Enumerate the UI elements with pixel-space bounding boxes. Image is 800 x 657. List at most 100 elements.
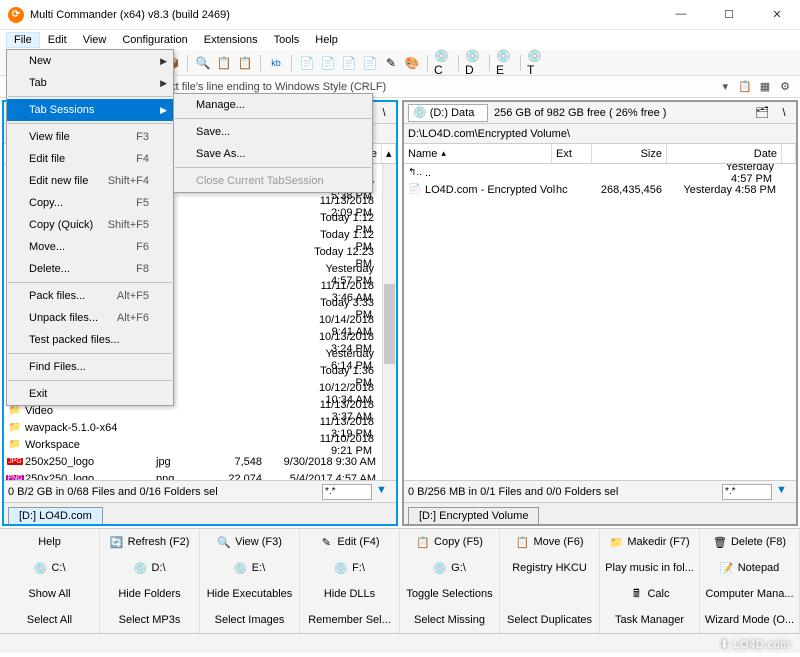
left-filter-input[interactable] bbox=[322, 484, 372, 500]
toolbar-btn[interactable]: 📄 bbox=[340, 54, 358, 72]
menu-view[interactable]: View bbox=[75, 32, 115, 48]
bottom-button[interactable]: 📝Notepad bbox=[700, 555, 800, 581]
hint-icon[interactable]: ⚙ bbox=[776, 78, 794, 96]
filter-icon[interactable]: ▼ bbox=[376, 484, 392, 500]
toolbar-btn[interactable]: 🔍 bbox=[194, 54, 212, 72]
toolbar-btn[interactable]: kb bbox=[267, 54, 285, 72]
bottom-button[interactable]: Hide Folders bbox=[100, 581, 200, 607]
bottom-button[interactable] bbox=[500, 581, 600, 607]
bottom-button[interactable]: 📁Makedir (F7) bbox=[600, 529, 700, 555]
bottom-button[interactable]: 💿F:\ bbox=[300, 555, 400, 581]
bottom-button[interactable]: Select Images bbox=[200, 607, 300, 633]
menu-copy[interactable]: Copy...F5 bbox=[7, 192, 173, 214]
menu-help[interactable]: Help bbox=[307, 32, 346, 48]
bottom-button[interactable]: Hide Executables bbox=[200, 581, 300, 607]
toolbar-btn[interactable]: 📄 bbox=[319, 54, 337, 72]
tree-icon[interactable]: 🗂 bbox=[754, 105, 770, 121]
bottom-button[interactable]: Computer Mana... bbox=[700, 581, 800, 607]
menu-edit-new-file[interactable]: Edit new fileShift+F4 bbox=[7, 170, 173, 192]
bottom-button[interactable]: 📋Move (F6) bbox=[500, 529, 600, 555]
toolbar-btn[interactable]: 💿 C bbox=[434, 54, 452, 72]
menu-find-files[interactable]: Find Files... bbox=[7, 356, 173, 378]
right-filter-input[interactable] bbox=[722, 484, 772, 500]
menu-test-packed[interactable]: Test packed files... bbox=[7, 329, 173, 351]
file-row[interactable]: PNG250x250_logopng22,0745/4/2017 4:57 AM bbox=[4, 470, 382, 480]
toolbar-btn[interactable]: 💿 D bbox=[465, 54, 483, 72]
toolbar-btn[interactable]: 💿 E bbox=[496, 54, 514, 72]
submenu-manage[interactable]: Manage... bbox=[174, 94, 372, 116]
bottom-button[interactable]: Remember Sel... bbox=[300, 607, 400, 633]
menu-pack[interactable]: Pack files...Alt+F5 bbox=[7, 285, 173, 307]
menu-configuration[interactable]: Configuration bbox=[114, 32, 195, 48]
bottom-button[interactable]: 🔄Refresh (F2) bbox=[100, 529, 200, 555]
file-row[interactable]: 📄LO4D.com - Encrypted Volumehc268,435,45… bbox=[404, 181, 782, 198]
up-icon[interactable]: \ bbox=[376, 105, 392, 121]
toolbar-btn[interactable]: 📋 bbox=[215, 54, 233, 72]
bottom-button[interactable]: 💿D:\ bbox=[100, 555, 200, 581]
menu-tab-sessions[interactable]: Tab Sessions▶ bbox=[7, 99, 173, 121]
menu-copy-quick[interactable]: Copy (Quick)Shift+F5 bbox=[7, 214, 173, 236]
toolbar-btn[interactable]: 📋 bbox=[236, 54, 254, 72]
col-date[interactable]: Date bbox=[667, 144, 782, 163]
bottom-button[interactable]: 🔍View (F3) bbox=[200, 529, 300, 555]
menu-exit[interactable]: Exit bbox=[7, 383, 173, 405]
bottom-button[interactable]: Help bbox=[0, 529, 100, 555]
menu-edit-file[interactable]: Edit fileF4 bbox=[7, 148, 173, 170]
bottom-button[interactable]: Select All bbox=[0, 607, 100, 633]
submenu-save-as[interactable]: Save As... bbox=[174, 143, 372, 165]
bottom-button[interactable]: 💿C:\ bbox=[0, 555, 100, 581]
bottom-button[interactable]: Show All bbox=[0, 581, 100, 607]
toolbar-btn[interactable]: 💿 T bbox=[527, 54, 545, 72]
bottom-button[interactable]: 💿G:\ bbox=[400, 555, 500, 581]
toolbar-btn[interactable]: ✎ bbox=[382, 54, 400, 72]
hint-dropdown-icon[interactable]: ▾ bbox=[722, 80, 728, 93]
bottom-button[interactable]: ✎Edit (F4) bbox=[300, 529, 400, 555]
toolbar-btn[interactable]: 📄 bbox=[361, 54, 379, 72]
toolbar-btn[interactable]: 🎨 bbox=[403, 54, 421, 72]
bottom-button[interactable]: 🗑Delete (F8) bbox=[700, 529, 800, 555]
bottom-button[interactable]: Registry HKCU bbox=[500, 555, 600, 581]
menu-delete[interactable]: Delete...F8 bbox=[7, 258, 173, 280]
up-icon[interactable]: \ bbox=[776, 105, 792, 121]
bottom-button[interactable]: 🖩Calc bbox=[600, 581, 700, 607]
menu-tools[interactable]: Tools bbox=[266, 32, 308, 48]
submenu-save[interactable]: Save... bbox=[174, 121, 372, 143]
right-file-list[interactable]: ↰....Yesterday 4:57 PM📄LO4D.com - Encryp… bbox=[404, 164, 796, 480]
bottom-button[interactable]: Hide DLLs bbox=[300, 581, 400, 607]
file-row[interactable]: JPG250x250_logojpg7,5489/30/2018 9:30 AM bbox=[4, 453, 382, 470]
menu-extensions[interactable]: Extensions bbox=[196, 32, 266, 48]
menu-edit[interactable]: Edit bbox=[40, 32, 75, 48]
menu-unpack[interactable]: Unpack files...Alt+F6 bbox=[7, 307, 173, 329]
minimize-button[interactable]: — bbox=[666, 8, 696, 21]
filter-icon[interactable]: ▼ bbox=[776, 484, 792, 500]
close-button[interactable]: ✕ bbox=[762, 8, 792, 21]
right-tab[interactable]: [D:] Encrypted Volume bbox=[408, 507, 539, 524]
col-ext[interactable]: Ext bbox=[552, 144, 592, 163]
menu-tab[interactable]: Tab▶ bbox=[7, 72, 173, 94]
toolbar-btn[interactable]: 📄 bbox=[298, 54, 316, 72]
bottom-button[interactable]: Select Duplicates bbox=[500, 607, 600, 633]
bottom-button[interactable]: Toggle Selections bbox=[400, 581, 500, 607]
bottom-button[interactable]: 💿E:\ bbox=[200, 555, 300, 581]
hint-icon[interactable]: ▦ bbox=[756, 78, 774, 96]
menu-new[interactable]: New▶ bbox=[7, 50, 173, 72]
left-scrollbar[interactable] bbox=[382, 164, 396, 480]
col-size[interactable]: Size bbox=[592, 144, 667, 163]
bottom-button[interactable]: Wizard Mode (O... bbox=[700, 607, 800, 633]
bottom-button[interactable]: Select Missing bbox=[400, 607, 500, 633]
right-drive-selector[interactable]: 💿(D:) Data bbox=[408, 104, 488, 122]
left-tab[interactable]: [D:] LO4D.com bbox=[8, 507, 103, 524]
bottom-button[interactable]: 📋Copy (F5) bbox=[400, 529, 500, 555]
menu-view-file[interactable]: View fileF3 bbox=[7, 126, 173, 148]
menu-file[interactable]: File bbox=[6, 32, 40, 48]
menu-move[interactable]: Move...F6 bbox=[7, 236, 173, 258]
col-name[interactable]: Name▴ bbox=[404, 144, 552, 163]
hint-icon[interactable]: 📋 bbox=[736, 78, 754, 96]
bottom-button[interactable]: Task Manager bbox=[600, 607, 700, 633]
file-row[interactable]: ↰....Yesterday 4:57 PM bbox=[404, 164, 782, 181]
right-pathbar[interactable]: D:\LO4D.com\Encrypted Volume\ bbox=[404, 124, 796, 144]
bottom-button[interactable]: Select MP3s bbox=[100, 607, 200, 633]
bottom-button[interactable]: Play music in fol... bbox=[600, 555, 700, 581]
maximize-button[interactable]: ☐ bbox=[714, 8, 744, 21]
file-row[interactable]: 📁Workspace11/10/2018 9:21 PM bbox=[4, 436, 382, 453]
